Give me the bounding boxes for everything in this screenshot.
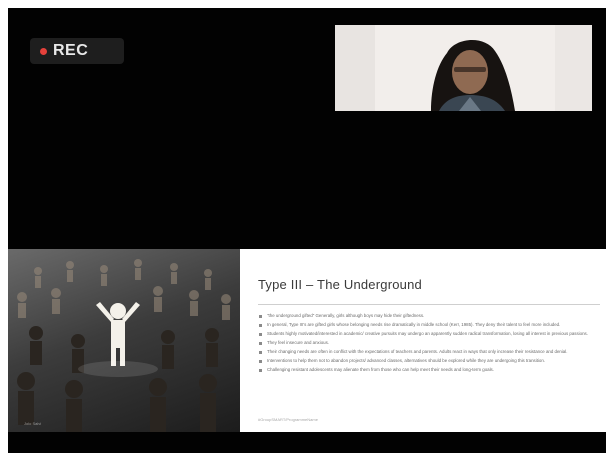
webcam-feed-icon (335, 25, 592, 111)
title-divider (258, 304, 600, 305)
bullet-item: Challenging resistant adolescents may al… (258, 367, 598, 373)
bullet-item: Their changing needs are often in confli… (258, 349, 598, 355)
recording-indicator: REC (30, 38, 124, 64)
slide-text-panel: Type III – The Underground "the undergro… (252, 249, 602, 432)
bullet-item: In general, Type III's are gifted girls … (258, 322, 598, 328)
meeting-window: REC Type III – The Underground "the unde… (8, 8, 606, 453)
crowd-with-highlighted-figure-icon (8, 249, 240, 432)
slide-bullet-list: "the underground gifted" Generally, girl… (258, 313, 598, 376)
shared-slide: Type III – The Underground "the undergro… (8, 249, 606, 432)
slide-title: Type III – The Underground (258, 277, 422, 292)
bullet-item: Interventions to help them not to abando… (258, 358, 598, 364)
bullet-item: They feel insecure and anxious. (258, 340, 598, 346)
participant-video[interactable] (335, 25, 592, 111)
image-credit: Jolo Salvi (24, 421, 42, 426)
bullet-item: "the underground gifted" Generally, girl… (258, 313, 598, 319)
recording-label: REC (53, 42, 89, 59)
bullet-item: Students highly motivated/interested in … (258, 331, 598, 337)
recording-dot-icon (40, 47, 47, 55)
slide-footer: #GroupSMART/ProgrammeName (258, 417, 318, 422)
